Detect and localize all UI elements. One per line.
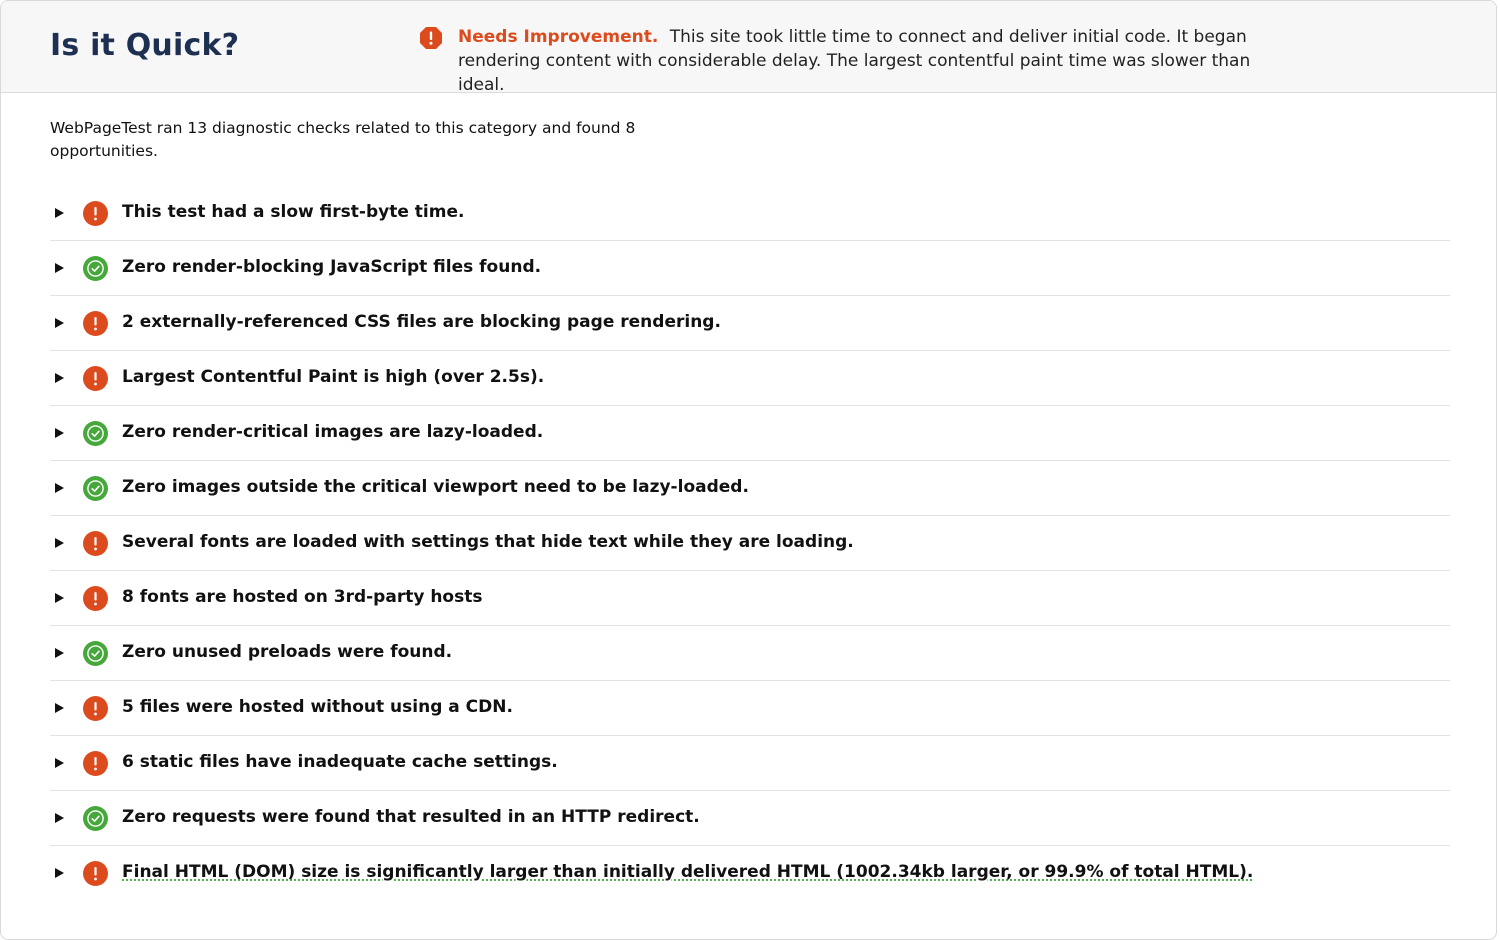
expand-triangle-icon[interactable] bbox=[55, 263, 64, 273]
check-label[interactable]: This test had a slow first-byte time. bbox=[122, 201, 464, 223]
check-label[interactable]: 8 fonts are hosted on 3rd-party hosts bbox=[122, 586, 482, 608]
check-label[interactable]: Zero images outside the critical viewpor… bbox=[122, 476, 749, 498]
pass-check-icon bbox=[83, 256, 108, 281]
diagnostic-check-row[interactable]: Zero images outside the critical viewpor… bbox=[50, 461, 1450, 516]
warning-icon bbox=[83, 861, 108, 886]
check-label[interactable]: Zero requests were found that resulted i… bbox=[122, 806, 700, 828]
pass-check-icon bbox=[83, 806, 108, 831]
warning-icon bbox=[83, 201, 108, 226]
expand-triangle-icon[interactable] bbox=[55, 208, 64, 218]
warning-icon bbox=[83, 696, 108, 721]
verdict-label: Needs Improvement. bbox=[458, 27, 659, 47]
expand-triangle-icon[interactable] bbox=[55, 868, 64, 878]
pass-check-icon bbox=[83, 476, 108, 501]
check-label[interactable]: Largest Contentful Paint is high (over 2… bbox=[122, 366, 544, 388]
diagnostic-check-row[interactable]: 5 files were hosted without using a CDN. bbox=[50, 681, 1450, 736]
diagnostic-check-row[interactable]: 2 externally-referenced CSS files are bl… bbox=[50, 296, 1450, 351]
diagnostic-check-row[interactable]: This test had a slow first-byte time. bbox=[50, 186, 1450, 241]
warning-icon bbox=[83, 586, 108, 611]
check-label[interactable]: 5 files were hosted without using a CDN. bbox=[122, 696, 513, 718]
section-header: Is it Quick? Needs Improvement. This sit… bbox=[1, 1, 1496, 95]
section-title: Is it Quick? bbox=[50, 28, 240, 63]
pass-check-icon bbox=[83, 641, 108, 666]
expand-triangle-icon[interactable] bbox=[55, 428, 64, 438]
diagnostic-check-row[interactable]: 6 static files have inadequate cache set… bbox=[50, 736, 1450, 791]
check-label[interactable]: Zero render-blocking JavaScript files fo… bbox=[122, 256, 541, 278]
diagnostic-check-row[interactable]: Zero unused preloads were found. bbox=[50, 626, 1450, 681]
diagnostic-summary: WebPageTest ran 13 diagnostic checks rel… bbox=[50, 119, 636, 160]
diagnostic-check-row[interactable]: Several fonts are loaded with settings t… bbox=[50, 516, 1450, 571]
diagnostic-check-row[interactable]: Zero render-blocking JavaScript files fo… bbox=[50, 241, 1450, 296]
diagnostic-check-list: This test had a slow first-byte time. Zer… bbox=[50, 186, 1450, 901]
check-label[interactable]: Final HTML (DOM) size is significantly l… bbox=[122, 861, 1253, 883]
check-label[interactable]: Several fonts are loaded with settings t… bbox=[122, 531, 854, 553]
verdict-banner: Needs Improvement. This site took little… bbox=[419, 25, 1289, 97]
warning-icon bbox=[83, 531, 108, 556]
pass-check-icon bbox=[83, 421, 108, 446]
expand-triangle-icon[interactable] bbox=[55, 318, 64, 328]
expand-triangle-icon[interactable] bbox=[55, 483, 64, 493]
expand-triangle-icon[interactable] bbox=[55, 703, 64, 713]
check-label[interactable]: Zero render-critical images are lazy-loa… bbox=[122, 421, 543, 443]
diagnostic-check-row[interactable]: Zero render-critical images are lazy-loa… bbox=[50, 406, 1450, 461]
check-label[interactable]: 2 externally-referenced CSS files are bl… bbox=[122, 311, 721, 333]
expand-triangle-icon[interactable] bbox=[55, 373, 64, 383]
check-label[interactable]: 6 static files have inadequate cache set… bbox=[122, 751, 558, 773]
check-label[interactable]: Zero unused preloads were found. bbox=[122, 641, 452, 663]
expand-triangle-icon[interactable] bbox=[55, 758, 64, 768]
expand-triangle-icon[interactable] bbox=[55, 538, 64, 548]
diagnostic-check-row[interactable]: Zero requests were found that resulted i… bbox=[50, 791, 1450, 846]
warning-icon bbox=[83, 366, 108, 391]
diagnostic-check-row[interactable]: Final HTML (DOM) size is significantly l… bbox=[50, 846, 1450, 901]
quick-section-card: Is it Quick? Needs Improvement. This sit… bbox=[0, 0, 1497, 940]
expand-triangle-icon[interactable] bbox=[55, 648, 64, 658]
diagnostic-check-row[interactable]: 8 fonts are hosted on 3rd-party hosts bbox=[50, 571, 1450, 626]
expand-triangle-icon[interactable] bbox=[55, 813, 64, 823]
warning-octagon-icon bbox=[419, 26, 443, 54]
warning-icon bbox=[83, 311, 108, 336]
expand-triangle-icon[interactable] bbox=[55, 593, 64, 603]
diagnostic-check-row[interactable]: Largest Contentful Paint is high (over 2… bbox=[50, 351, 1450, 406]
warning-icon bbox=[83, 751, 108, 776]
